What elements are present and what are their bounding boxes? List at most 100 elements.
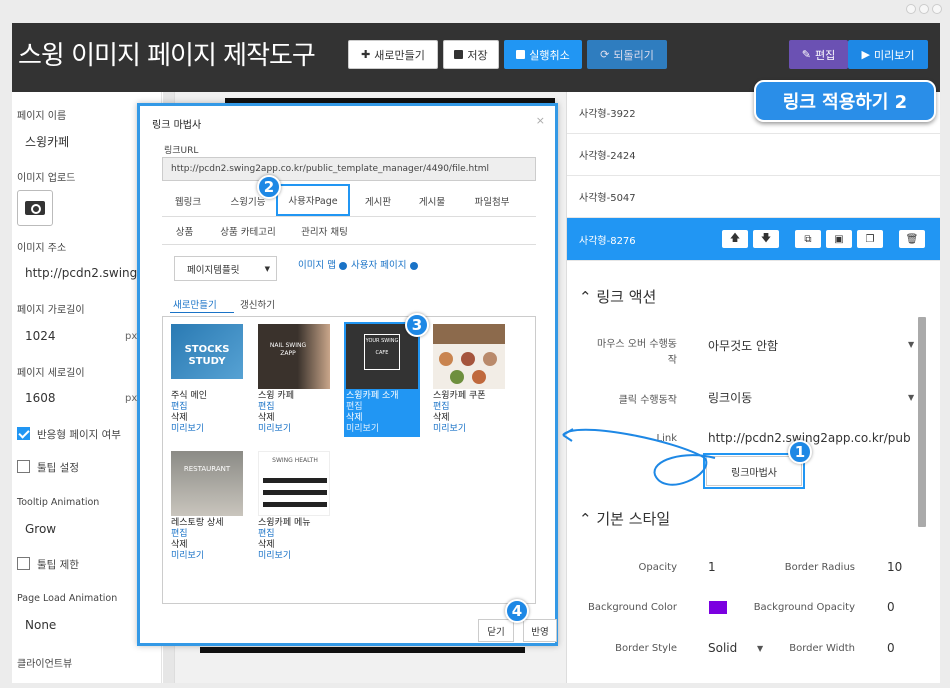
paste-icon[interactable]: ▣ [826, 230, 852, 248]
template-preview-link[interactable]: 미리보기 [433, 424, 505, 435]
thumbnail-text: STOCKS STUDY [184, 344, 230, 367]
thumbnail-bar [263, 478, 327, 483]
tab-attachment[interactable]: 파일첨부 [462, 187, 522, 215]
tooltip-animation-select[interactable]: Grow [25, 522, 56, 536]
template-delete-link[interactable]: 삭제 [171, 540, 243, 551]
template-delete-link[interactable]: 삭제 [258, 413, 330, 424]
right-panel-scrollbar[interactable] [918, 317, 926, 527]
tab-post[interactable]: 게시물 [406, 187, 458, 215]
tooltip-checkbox[interactable] [17, 460, 30, 473]
template-card[interactable]: RESTAURANT 레스토랑 상세 편집 삭제 미리보기 [171, 451, 243, 562]
template-edit-link[interactable]: 편집 [433, 402, 505, 413]
page-height-label: 페이지 세로길이 [17, 368, 85, 379]
link-action-header[interactable]: ⌃ 링크 액션 [579, 286, 656, 307]
template-delete-link[interactable]: 삭제 [171, 413, 243, 424]
background-color-swatch[interactable] [709, 601, 727, 614]
chevron-down-icon: ▼ [908, 393, 915, 402]
chevron-down-icon: ▼ [264, 264, 270, 273]
template-card[interactable]: SWING HEALTH 스윙카페 메뉴 편집 삭제 미리보기 [258, 451, 330, 562]
page-height-field[interactable]: 1608 [25, 391, 56, 405]
chevron-up-icon: ⌃ [579, 510, 592, 528]
tooltip-limit-checkbox[interactable] [17, 557, 30, 570]
template-delete-link[interactable]: 삭제 [258, 540, 330, 551]
template-preview-link[interactable]: 미리보기 [258, 551, 330, 562]
preview-button[interactable]: ▶ 미리보기 [848, 40, 928, 69]
tab-user-page[interactable]: 사용자Page [276, 184, 350, 216]
layer-item-selected[interactable]: 사각형-8276 🡅 🡇 ⧉ ▣ ❐ 🗑 [567, 218, 940, 261]
camera-icon[interactable] [17, 190, 53, 226]
template-card[interactable]: 스윙카페 쿠폰 편집 삭제 미리보기 [433, 324, 505, 435]
background-color-label: Background Color [588, 602, 677, 613]
template-preview-link[interactable]: 미리보기 [258, 424, 330, 435]
template-edit-link[interactable]: 편집 [171, 529, 243, 540]
image-map-link[interactable]: 이미지 맵 [298, 257, 348, 271]
template-edit-link[interactable]: 편집 [346, 402, 418, 413]
page-name-field[interactable]: 스윙카페 [25, 133, 69, 150]
user-page-link[interactable]: 사용자 페이지 [351, 257, 418, 271]
basic-style-header[interactable]: ⌃ 기본 스타일 [579, 508, 670, 529]
click-action-select[interactable]: 링크이동 [708, 389, 752, 406]
image-upload-label: 이미지 업로드 [17, 173, 76, 184]
page-load-animation-select[interactable]: None [25, 618, 56, 632]
save-button[interactable]: 저장 [443, 40, 499, 69]
background-opacity-field[interactable]: 0 [887, 600, 895, 614]
template-card[interactable]: STOCKS STUDY 주식 메인 편집 삭제 미리보기 [171, 324, 243, 435]
template-card[interactable]: NAIL SWING ZAPP 스윙 카페 편집 삭제 미리보기 [258, 324, 330, 435]
redo-button[interactable]: ⟳ 되돌리기 [587, 40, 667, 69]
close-button[interactable]: 닫기 [478, 619, 514, 642]
new-button[interactable]: ✚ 새로만들기 [348, 40, 438, 69]
callout-banner: 링크 적용하기 2 [754, 80, 936, 122]
border-width-field[interactable]: 0 [887, 641, 895, 655]
template-edit-link[interactable]: 편집 [171, 402, 243, 413]
tab-admin-chat[interactable]: 관리자 채팅 [292, 219, 357, 243]
template-preview-link[interactable]: 미리보기 [346, 424, 418, 435]
duplicate-icon[interactable]: ❐ [857, 230, 883, 248]
copy-icon[interactable]: ⧉ [795, 230, 821, 248]
image-address-field[interactable]: http://pcdn2.swing2a [25, 266, 155, 280]
tab-products[interactable]: 상품 [162, 219, 207, 243]
image-address-label: 이미지 주소 [17, 243, 67, 254]
template-select[interactable]: 페이지템플릿 ▼ [174, 256, 277, 281]
update-template-tab[interactable]: 갱신하기 [240, 297, 275, 311]
template-preview-link[interactable]: 미리보기 [171, 551, 243, 562]
template-edit-link[interactable]: 편집 [258, 529, 330, 540]
template-card-selected[interactable]: YOUR SWING CAFE 스윙카페 소개 편집 삭제 미리보기 [344, 322, 420, 437]
tab-board[interactable]: 게시판 [352, 187, 404, 215]
undo-button[interactable]: 실행취소 [504, 40, 582, 69]
border-radius-field[interactable]: 10 [887, 560, 902, 574]
template-delete-link[interactable]: 삭제 [433, 413, 505, 424]
layer-item[interactable]: 사각형-5047 [567, 176, 940, 218]
opacity-label: Opacity [638, 562, 677, 573]
apply-button[interactable]: 반영 [523, 619, 557, 642]
thumbnail-bar [263, 490, 327, 495]
template-thumbnail [433, 324, 505, 389]
layer-item[interactable]: 사각형-2424 [567, 134, 940, 176]
tab-row-2: 상품 상품 카테고리 관리자 채팅 [162, 219, 536, 243]
arrow-up-icon[interactable]: 🡅 [722, 230, 748, 248]
template-preview-link[interactable]: 미리보기 [171, 424, 243, 435]
tab-product-category[interactable]: 상품 카테고리 [214, 219, 282, 243]
trash-icon[interactable]: 🗑 [899, 230, 925, 248]
template-delete-link[interactable]: 삭제 [346, 413, 418, 424]
window-controls[interactable] [906, 4, 942, 14]
responsive-checkbox[interactable] [17, 427, 30, 440]
tab-weblink[interactable]: 웹링크 [162, 187, 214, 215]
template-thumbnail: YOUR SWING CAFE [346, 324, 418, 389]
template-thumbnail: RESTAURANT [171, 451, 243, 516]
thumbnail-dot [483, 352, 497, 366]
close-icon[interactable]: × [536, 114, 545, 127]
page-width-field[interactable]: 1024 [25, 329, 56, 343]
edit-mode-button[interactable]: ✎ 편집 [789, 40, 848, 69]
step-badge: 4 [505, 599, 529, 623]
click-action-label: 클릭 수행동작 [618, 395, 677, 406]
thumbnail-text: SWING HEALTH [272, 457, 318, 464]
border-style-select[interactable]: Solid [708, 641, 737, 655]
new-template-tab[interactable]: 새로만들기 [173, 297, 217, 311]
url-field[interactable]: http://pcdn2.swing2app.co.kr/public_temp… [162, 157, 536, 181]
template-edit-link[interactable]: 편집 [258, 402, 330, 413]
step-badge: 1 [788, 440, 812, 464]
mouseover-select[interactable]: 아무것도 안함 [708, 337, 778, 354]
arrow-down-icon[interactable]: 🡇 [753, 230, 779, 248]
step-badge: 2 [257, 175, 281, 199]
opacity-field[interactable]: 1 [708, 560, 716, 574]
